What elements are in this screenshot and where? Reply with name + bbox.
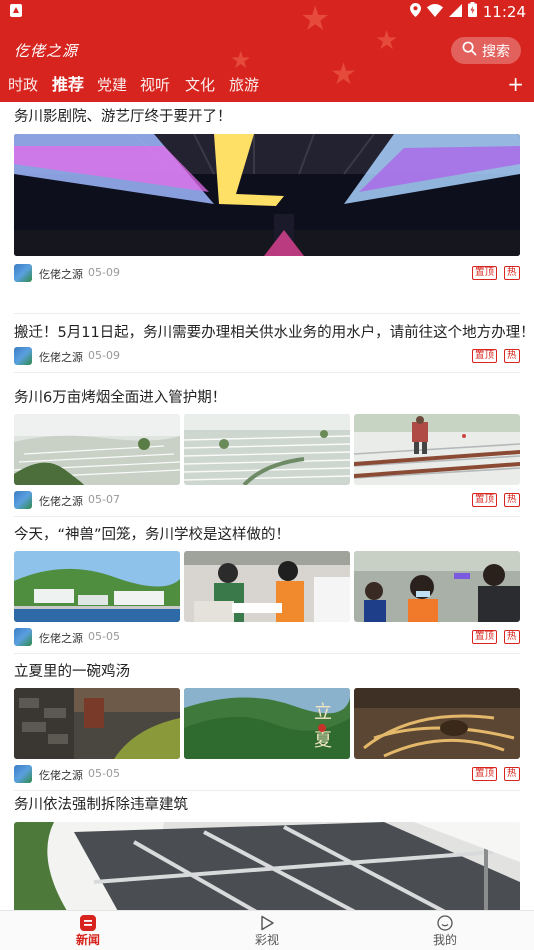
hot-badge: 热 xyxy=(504,349,520,363)
pinned-badge: 置顶 xyxy=(472,349,498,363)
news-icon xyxy=(58,915,118,931)
source-name: 仡佬之源 xyxy=(39,495,83,508)
divider xyxy=(14,653,520,654)
news-item[interactable]: 务川依法强制拆除违章建筑 xyxy=(14,794,520,910)
svg-text:夏: 夏 xyxy=(314,730,332,751)
pinned-badge: 置顶 xyxy=(472,493,498,507)
news-title: 立夏里的一碗鸡汤 xyxy=(14,664,130,680)
status-bar: 11:24 xyxy=(0,0,534,24)
bottom-navigation: 新闻 彩视 我的 xyxy=(0,910,534,950)
nav-video-label: 彩视 xyxy=(254,933,279,947)
news-title: 务川影剧院、游艺厅终于要开了！ xyxy=(14,109,232,125)
source-avatar xyxy=(14,347,32,365)
category-tabs: 时政 推荐 党建 视听 文化 旅游 xyxy=(0,72,534,100)
search-button[interactable]: 搜索 xyxy=(451,37,521,64)
header-star-decoration: ★ xyxy=(230,46,252,74)
news-image xyxy=(184,414,350,485)
news-feed[interactable]: 务川影剧院、游艺厅终于要开了！ 仡佬之源 05-09 置顶 热 搬迁！5月11日… xyxy=(0,102,534,910)
news-item[interactable]: 务川6万亩烤烟全面进入管护期！ 仡佬之源 05-07 置顶 热 xyxy=(14,387,520,509)
source-avatar xyxy=(14,491,32,509)
news-image xyxy=(14,414,180,485)
publish-date: 05-07 xyxy=(88,493,120,506)
app-logo: 仡佬之源 xyxy=(14,42,79,60)
news-image xyxy=(14,822,520,910)
news-item[interactable]: 搬迁！5月11日起，务川需要办理相关供水业务的用水户，请前往这个地方办理！ 仡佬… xyxy=(14,322,534,372)
divider xyxy=(14,516,520,517)
nav-news[interactable]: 新闻 xyxy=(58,915,118,948)
smile-icon xyxy=(415,915,475,931)
news-meta: 仡佬之源 05-05 置顶 热 xyxy=(14,765,520,783)
publish-date: 05-05 xyxy=(88,630,120,643)
pinned-badge: 置顶 xyxy=(472,266,498,280)
wifi-icon xyxy=(426,3,443,21)
tab-dangjian[interactable]: 党建 xyxy=(97,72,127,98)
nav-profile[interactable]: 我的 xyxy=(415,915,475,948)
svg-text:立: 立 xyxy=(314,702,332,723)
news-item[interactable]: 今天，“神兽”回笼，务川学校是这样做的！ 仡佬之源 05-05 置顶 热 xyxy=(14,524,520,646)
nav-news-label: 新闻 xyxy=(75,933,100,947)
news-title: 搬迁！5月11日起，务川需要办理相关供水业务的用水户，请前往这个地方办理！ xyxy=(14,325,534,341)
news-image xyxy=(184,551,350,622)
publish-date: 05-09 xyxy=(88,349,120,362)
publish-date: 05-09 xyxy=(88,266,120,279)
source-avatar xyxy=(14,628,32,646)
news-item[interactable]: 立夏里的一碗鸡汤 立 夏 仡佬之源 05-05 置顶 热 xyxy=(14,661,520,783)
divider xyxy=(14,313,520,314)
hot-badge: 热 xyxy=(504,630,520,644)
tab-lvyou[interactable]: 旅游 xyxy=(229,72,259,98)
notification-icon xyxy=(10,4,22,17)
source-avatar xyxy=(14,264,32,282)
hot-badge: 热 xyxy=(504,767,520,781)
news-title: 今天，“神兽”回笼，务川学校是这样做的！ xyxy=(14,527,291,543)
hot-badge: 热 xyxy=(504,493,520,507)
publish-date: 05-05 xyxy=(88,767,120,780)
news-image xyxy=(354,551,520,622)
header-star-decoration: ★ xyxy=(375,26,399,56)
news-image xyxy=(14,551,180,622)
news-title: 务川依法强制拆除违章建筑 xyxy=(14,797,188,813)
source-avatar xyxy=(14,765,32,783)
battery-icon xyxy=(467,2,477,21)
divider xyxy=(14,372,520,373)
news-image: 立 夏 xyxy=(184,688,350,759)
source-name: 仡佬之源 xyxy=(39,351,83,364)
pinned-badge: 置顶 xyxy=(472,630,498,644)
news-image xyxy=(354,688,520,759)
news-image xyxy=(354,414,520,485)
signal-icon xyxy=(448,3,462,21)
news-meta: 仡佬之源 05-05 置顶 热 xyxy=(14,628,520,646)
add-tab-button[interactable]: + xyxy=(507,74,524,94)
news-title: 务川6万亩烤烟全面进入管护期！ xyxy=(14,390,227,406)
status-time: 11:24 xyxy=(482,2,526,21)
news-meta: 仡佬之源 05-09 置顶 热 xyxy=(14,264,520,282)
hot-badge: 热 xyxy=(504,266,520,280)
tab-tuijian[interactable]: 推荐 xyxy=(52,72,84,98)
source-name: 仡佬之源 xyxy=(39,632,83,645)
divider xyxy=(14,790,520,791)
source-name: 仡佬之源 xyxy=(39,268,83,281)
news-meta: 仡佬之源 05-07 置顶 热 xyxy=(14,491,520,509)
news-image xyxy=(14,688,180,759)
news-item[interactable]: 务川影剧院、游艺厅终于要开了！ 仡佬之源 05-09 置顶 热 xyxy=(14,106,520,316)
tab-shiting[interactable]: 视听 xyxy=(140,72,170,98)
news-image xyxy=(14,134,520,256)
tab-wenhua[interactable]: 文化 xyxy=(185,72,215,98)
pinned-badge: 置顶 xyxy=(472,767,498,781)
app-header: ★ ★ ★ ★ 11:24 仡佬之源 搜索 时政 推荐 党建 视听 文化 旅游 … xyxy=(0,0,534,102)
news-meta: 仡佬之源 05-09 置顶 热 xyxy=(14,347,520,365)
nav-video[interactable]: 彩视 xyxy=(237,915,297,948)
play-icon xyxy=(237,915,297,931)
search-icon xyxy=(462,41,477,60)
source-name: 仡佬之源 xyxy=(39,769,83,782)
location-icon xyxy=(409,2,421,21)
tab-shizheng[interactable]: 时政 xyxy=(8,72,38,98)
nav-profile-label: 我的 xyxy=(432,933,457,947)
search-label: 搜索 xyxy=(482,43,510,60)
